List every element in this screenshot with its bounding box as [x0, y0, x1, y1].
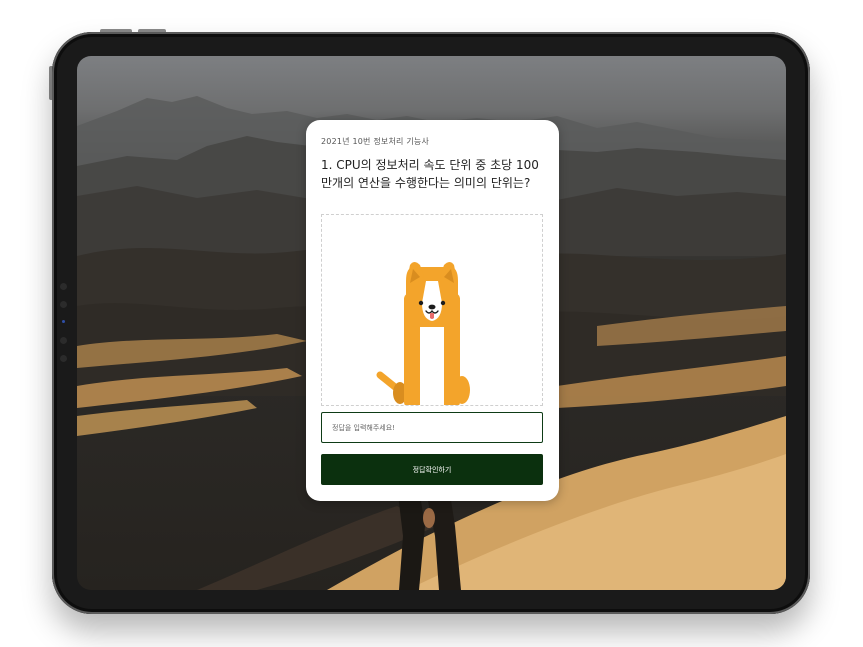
device-sensor	[60, 301, 67, 308]
device-mockup-stage: 2021년 10번 정보처리 기능사 1. CPU의 정보처리 속도 단위 중 …	[0, 0, 863, 647]
device-sensor	[60, 337, 67, 344]
device-sensor	[60, 283, 67, 290]
question-text: 1. CPU의 정보처리 속도 단위 중 초당 100만개의 연산을 수행한다는…	[321, 158, 539, 190]
check-answer-button[interactable]: 정답확인하기	[321, 454, 543, 485]
exam-label: 2021년 10번 정보처리 기능사	[321, 137, 430, 146]
dog-mascot-icon	[376, 262, 470, 405]
answer-input[interactable]	[321, 412, 543, 443]
quiz-card: 2021년 10번 정보처리 기능사 1. CPU의 정보처리 속도 단위 중 …	[306, 120, 559, 501]
device-sensor	[60, 355, 67, 362]
question-illustration	[321, 214, 543, 406]
camera-icon	[62, 320, 65, 323]
